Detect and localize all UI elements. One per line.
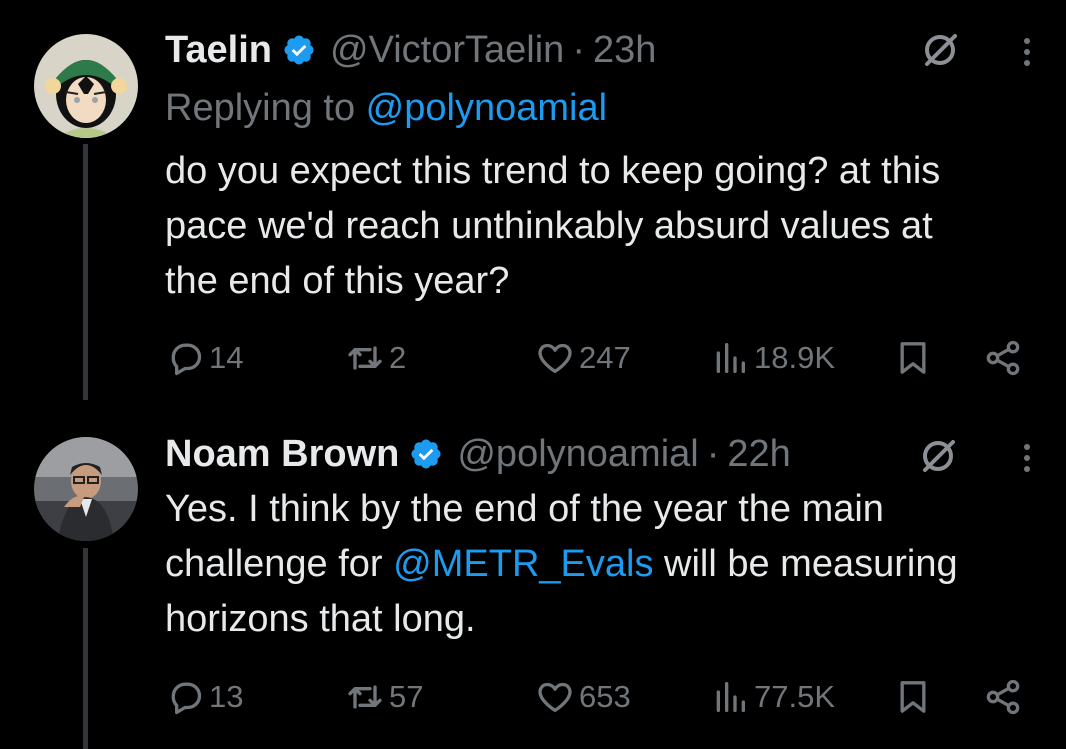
repost-button[interactable]: 2 — [345, 336, 406, 380]
views-chart-icon — [716, 343, 745, 373]
reply-count: 14 — [209, 340, 244, 375]
replying-to: Replying to @polynoamial — [165, 86, 607, 130]
replying-prefix: Replying to — [165, 87, 366, 129]
tweet-noam-brown[interactable]: Noam Brown @polynoamial · 22h Yes. I thi… — [0, 400, 1066, 749]
repost-count: 57 — [389, 679, 424, 714]
like-button[interactable]: 247 — [535, 336, 631, 380]
tweet-text-segment: will be measuring — [653, 543, 958, 585]
heart-icon — [538, 343, 572, 373]
author-handle[interactable]: @polynoamial — [457, 432, 698, 476]
reply-icon — [171, 343, 202, 376]
avatar-taelin[interactable] — [34, 34, 138, 138]
more-options-icon[interactable] — [1020, 438, 1034, 478]
views-count: 18.9K — [754, 340, 836, 375]
thread-line — [83, 548, 88, 749]
views-chart-icon — [716, 682, 745, 712]
heart-icon — [538, 682, 572, 712]
grok-icon[interactable] — [918, 436, 958, 476]
timestamp[interactable]: 23h — [593, 28, 656, 72]
like-count: 653 — [579, 679, 631, 714]
tweet-text-line: do you expect this trend to keep going? … — [165, 150, 941, 192]
views-button[interactable]: 18.9K — [710, 336, 835, 380]
repost-button[interactable]: 57 — [345, 675, 423, 719]
tweet-text: Yes. I think by the end of the year the … — [165, 482, 1055, 647]
separator-dot: · — [572, 29, 585, 71]
share-icon — [986, 340, 1020, 376]
reply-icon — [171, 682, 202, 715]
tweet-taelin[interactable]: Taelin @VictorTaelin · 23h Replying to @… — [0, 0, 1066, 400]
bookmark-button[interactable] — [893, 675, 933, 719]
author-handle[interactable]: @VictorTaelin — [330, 28, 564, 72]
like-count: 247 — [579, 340, 631, 375]
tweet-text-line: Yes. I think by the end of the year the … — [165, 488, 884, 530]
tweet-text-line: horizons that long. — [165, 598, 476, 640]
views-count: 77.5K — [754, 679, 836, 714]
tweet-text-line: the end of this year? — [165, 260, 510, 302]
share-button[interactable] — [983, 675, 1023, 719]
bookmark-icon — [900, 681, 926, 713]
verified-badge-icon[interactable] — [409, 437, 443, 471]
tweet-text-line: challenge for @METR_Evals will be measur… — [165, 537, 1055, 592]
avatar-noam-brown[interactable] — [34, 437, 138, 541]
share-button[interactable] — [983, 336, 1023, 380]
verified-badge-icon[interactable] — [282, 33, 316, 67]
grok-icon[interactable] — [920, 30, 960, 70]
separator-dot: · — [706, 433, 720, 475]
views-button[interactable]: 77.5K — [710, 675, 835, 719]
bookmark-icon — [900, 342, 926, 374]
tweet-actions: 14 2 247 18.9K — [165, 336, 1035, 380]
more-options-icon[interactable] — [1020, 32, 1034, 72]
tweet-text: do you expect this trend to keep going? … — [165, 144, 1055, 309]
author-name[interactable]: Noam Brown — [165, 432, 399, 476]
tweet-actions: 13 57 653 77.5K — [165, 675, 1035, 719]
thread-line — [83, 144, 88, 400]
like-button[interactable]: 653 — [535, 675, 631, 719]
author-name[interactable]: Taelin — [165, 28, 272, 72]
tweet-text-segment: challenge for — [165, 543, 394, 585]
tweet-header: Noam Brown @polynoamial · 22h — [165, 432, 791, 476]
share-icon — [986, 679, 1020, 715]
replying-to-mention[interactable]: @polynoamial — [366, 87, 607, 129]
reply-count: 13 — [209, 679, 244, 714]
repost-icon — [348, 346, 382, 370]
tweet-header: Taelin @VictorTaelin · 23h — [165, 28, 656, 72]
repost-icon — [348, 685, 382, 709]
repost-count: 2 — [389, 340, 407, 375]
timestamp[interactable]: 22h — [727, 432, 790, 476]
tweet-text-line: pace we'd reach unthinkably absurd value… — [165, 205, 933, 247]
bookmark-button[interactable] — [893, 336, 933, 380]
mention-link[interactable]: @METR_Evals — [393, 543, 653, 585]
reply-button[interactable]: 14 — [165, 336, 243, 380]
reply-button[interactable]: 13 — [165, 675, 243, 719]
